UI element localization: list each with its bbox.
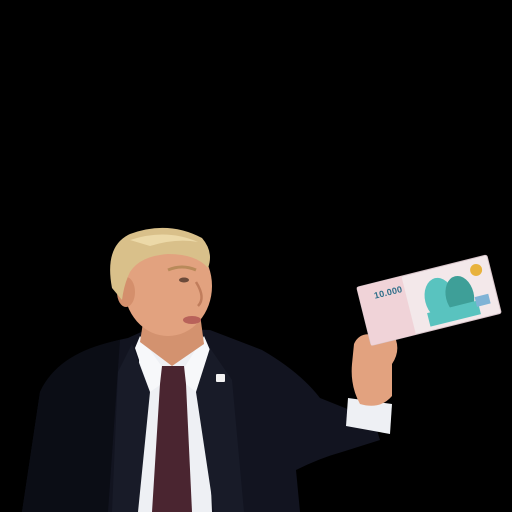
eye: [179, 277, 189, 283]
banknote: [356, 254, 502, 346]
mouth: [183, 316, 201, 324]
photo-illustration: [22, 227, 502, 512]
flag-pin-icon: [216, 374, 225, 382]
photo-scene: 10.000: [0, 0, 512, 512]
suit-shoulder-shadow: [22, 340, 120, 512]
tie-knot: [160, 366, 186, 384]
